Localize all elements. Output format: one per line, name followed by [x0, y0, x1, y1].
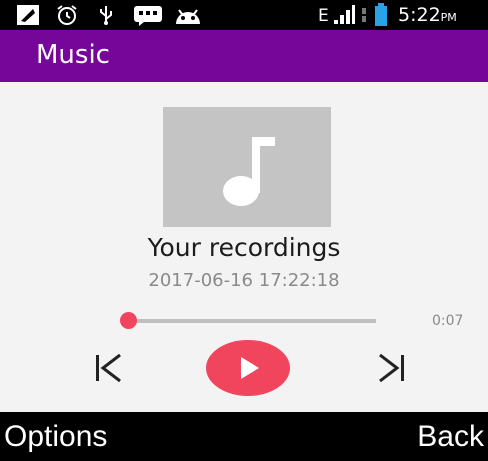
page-title: Music — [36, 40, 110, 70]
album-art — [163, 107, 331, 227]
next-icon[interactable] — [376, 352, 406, 384]
track-title: Your recordings — [147, 233, 341, 262]
network-type: E — [318, 6, 329, 26]
signal-icon — [334, 5, 355, 24]
options-softkey[interactable]: Options — [4, 420, 107, 454]
back-softkey[interactable]: Back — [417, 420, 484, 454]
play-icon — [241, 357, 259, 379]
battery-icon — [375, 3, 387, 26]
bbm-icon — [134, 6, 162, 26]
android-icon — [176, 9, 200, 24]
app-bar: Music — [0, 30, 488, 82]
status-bar: E 5:22PM — [0, 0, 488, 30]
status-ampm: PM — [440, 11, 457, 24]
track-date: 2017-06-16 17:22:18 — [148, 270, 340, 291]
status-time-value: 5:22 — [398, 4, 441, 26]
status-time: 5:22PM — [398, 4, 457, 29]
data-arrows-icon — [362, 8, 366, 22]
play-button[interactable] — [206, 340, 290, 396]
music-note-icon — [223, 137, 275, 206]
elapsed-time: 0:07 — [432, 313, 464, 329]
notification-icon — [17, 5, 39, 25]
previous-icon[interactable] — [94, 352, 124, 384]
seek-thumb[interactable] — [119, 312, 137, 329]
usb-icon — [100, 6, 112, 25]
softkey-bar: Options Back — [0, 412, 488, 461]
seek-bar[interactable] — [128, 319, 376, 323]
alarm-icon — [57, 5, 77, 25]
